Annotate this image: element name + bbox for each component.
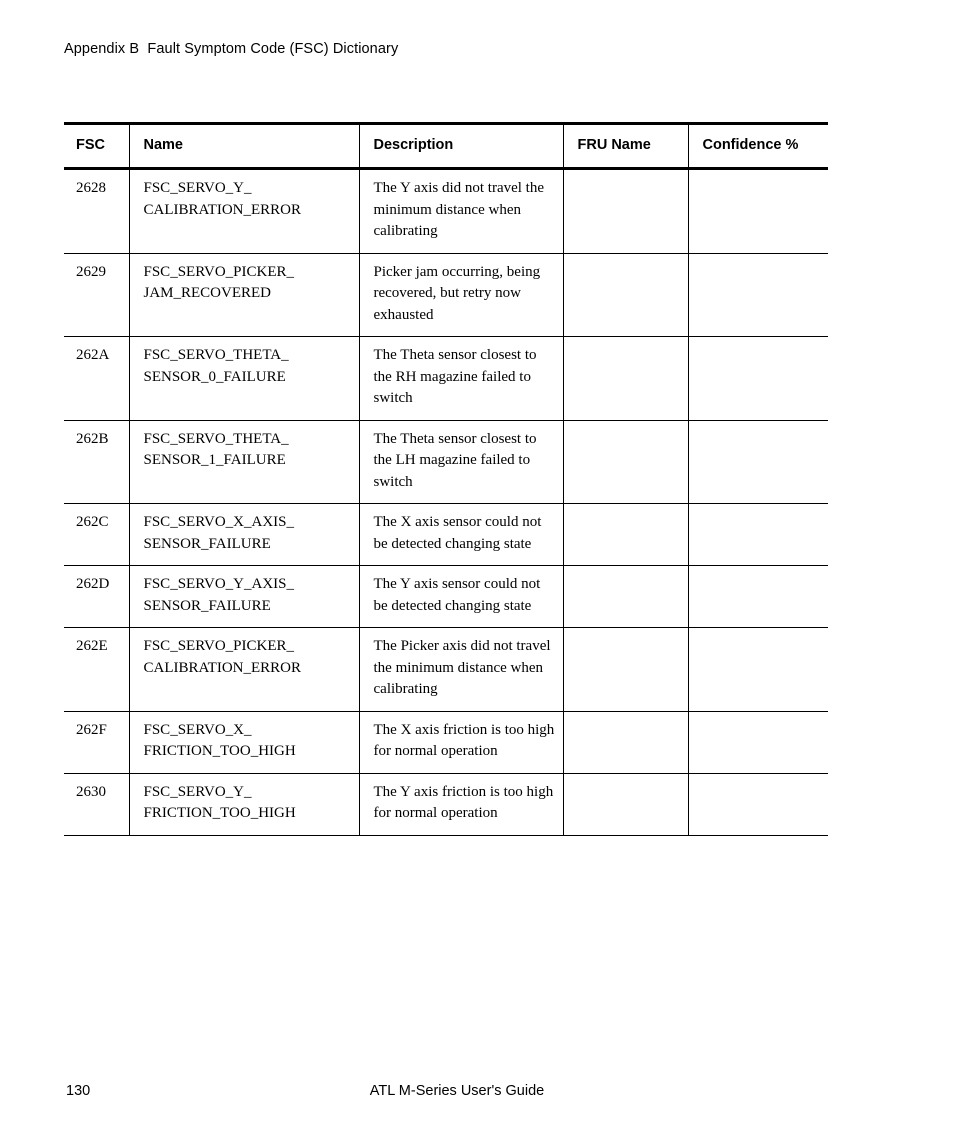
cell-fru-name — [562, 773, 688, 836]
cell-name: FSC_SERVO_PICKER_ JAM_RECOVERED — [128, 253, 359, 337]
cell-fsc: 262F — [64, 711, 129, 774]
cell-name-line: JAM_RECOVERED — [143, 285, 272, 301]
cell-name-line: FSC_SERVO_PICKER_ — [143, 638, 295, 654]
cell-name: FSC_SERVO_THETA_ SENSOR_1_FAILURE — [128, 420, 359, 504]
cell-fru-name — [562, 168, 688, 254]
cell-description-text: The Picker axis did not travel the minim… — [373, 638, 551, 697]
cell-name-line: FSC_SERVO_X_AXIS_ — [143, 514, 295, 530]
cell-description-text: The X axis friction is too high for norm… — [373, 721, 555, 760]
cell-description-text: The Theta sensor closest to the RH magaz… — [373, 347, 537, 406]
cell-fru-name — [562, 711, 688, 774]
cell-name-line: FSC_SERVO_PICKER_ — [143, 263, 295, 280]
cell-confidence — [687, 711, 828, 774]
cell-fru-name — [562, 503, 688, 566]
cell-description-text: Picker jam occurring, being recovered, b… — [373, 263, 541, 323]
cell-name: FSC_SERVO_Y_AXIS_ SENSOR_FAILURE — [128, 565, 359, 628]
cell-name-line: SENSOR_FAILURE — [143, 597, 271, 614]
cell-fru-name — [562, 565, 688, 628]
cell-name-line: FSC_SERVO_Y_ — [143, 180, 252, 196]
cell-name-line: SENSOR_FAILURE — [143, 535, 271, 552]
cell-description: Picker jam occurring, being recovered, b… — [358, 253, 563, 337]
cell-fru-name — [562, 420, 688, 504]
cell-name: FSC_SERVO_X_AXIS_ SENSOR_FAILURE — [128, 503, 359, 566]
cell-name-line: FSC_SERVO_Y_ — [143, 783, 252, 800]
cell-confidence — [687, 336, 828, 421]
cell-fsc: 2628 — [64, 168, 129, 254]
cell-fru-name — [562, 627, 688, 712]
cell-description-text: The Y axis did not travel the minimum di… — [373, 180, 545, 239]
table-header-row: FSC Name Description FRU Name Confidence… — [64, 122, 828, 170]
fsc-dictionary-table-container: FSC Name Description FRU Name Confidence… — [64, 122, 828, 836]
cell-fru-name — [562, 253, 688, 337]
cell-fsc: 262C — [64, 503, 129, 566]
table-row: 262D FSC_SERVO_Y_AXIS_ SENSOR_FAILURE The Y… — [64, 565, 828, 628]
cell-name-line: FSC_SERVO_THETA_ — [143, 430, 289, 447]
cell-name-line: SENSOR_1_FAILURE — [143, 452, 286, 468]
cell-description: The Picker axis did not travel the minim… — [358, 627, 563, 712]
cell-confidence — [687, 253, 828, 337]
cell-fsc: 262E — [64, 627, 129, 712]
cell-description-text: The Theta sensor closest to the LH magaz… — [373, 430, 537, 490]
cell-fsc: 262A — [64, 336, 129, 421]
column-header-name: Name — [128, 122, 359, 170]
cell-name-line: FRICTION_TOO_HIGH — [143, 743, 296, 759]
page-footer: 130 ATL M-Series User's Guide — [0, 1080, 954, 1102]
running-head: Appendix B Fault Symptom Code (FSC) Dict… — [64, 41, 399, 57]
column-header-description: Description — [358, 122, 563, 170]
cell-fsc: 262D — [64, 565, 129, 628]
fsc-dictionary-table: FSC Name Description FRU Name Confidence… — [64, 122, 828, 836]
table-body: 2628 FSC_SERVO_Y_ CALIBRATION_ERROR The Y a… — [64, 168, 828, 836]
cell-confidence — [687, 420, 828, 504]
cell-confidence — [687, 168, 828, 254]
cell-description-text: The X axis sensor could not be detected … — [373, 514, 542, 552]
table-row: 262E FSC_SERVO_PICKER_ CALIBRATION_ERROR Th… — [64, 627, 828, 712]
cell-name-line: FSC_SERVO_THETA_ — [143, 347, 289, 363]
cell-confidence — [687, 773, 828, 836]
footer-book-title: ATL M-Series User's Guide — [369, 1083, 545, 1099]
table-row: 2629 FSC_SERVO_PICKER_ JAM_RECOVERED Picker… — [64, 253, 828, 337]
cell-name-line: FSC_SERVO_Y_AXIS_ — [143, 576, 295, 592]
cell-fsc: 262B — [64, 420, 129, 504]
cell-name-line: CALIBRATION_ERROR — [143, 201, 302, 218]
cell-name-line: FRICTION_TOO_HIGH — [143, 805, 296, 821]
cell-description-text: The Y axis sensor could not be detected … — [373, 576, 541, 614]
cell-description-text: The Y axis friction is too high for norm… — [373, 783, 554, 822]
cell-description: The Theta sensor closest to the LH magaz… — [358, 420, 563, 504]
document-page: Appendix B Fault Symptom Code (FSC) Dict… — [0, 0, 954, 1145]
cell-name-line: FSC_SERVO_X_ — [143, 721, 252, 738]
cell-fsc: 2629 — [64, 253, 129, 337]
table-row: 262C FSC_SERVO_X_AXIS_ SENSOR_FAILURE The X… — [64, 503, 828, 566]
cell-description: The Y axis friction is too high for norm… — [358, 773, 563, 836]
cell-description: The Y axis sensor could not be detected … — [358, 565, 563, 628]
column-header-confidence: Confidence % — [687, 122, 828, 170]
table-row: 262B FSC_SERVO_THETA_ SENSOR_1_FAILURE The … — [64, 420, 828, 504]
cell-fru-name — [562, 336, 688, 421]
cell-name: FSC_SERVO_Y_ CALIBRATION_ERROR — [128, 168, 359, 254]
cell-name-line: CALIBRATION_ERROR — [143, 659, 302, 676]
table-row: 262F FSC_SERVO_X_ FRICTION_TOO_HIGH The X a… — [64, 711, 828, 774]
table-header: FSC Name Description FRU Name Confidence… — [64, 122, 828, 170]
column-header-fsc: FSC — [64, 122, 129, 170]
column-header-fru-name: FRU Name — [562, 122, 688, 170]
cell-confidence — [687, 503, 828, 566]
table-row: 2628 FSC_SERVO_Y_ CALIBRATION_ERROR The Y a… — [64, 168, 828, 254]
cell-name: FSC_SERVO_PICKER_ CALIBRATION_ERROR — [128, 627, 359, 712]
cell-confidence — [687, 627, 828, 712]
cell-fsc: 2630 — [64, 773, 129, 836]
cell-description: The X axis sensor could not be detected … — [358, 503, 563, 566]
cell-name: FSC_SERVO_X_ FRICTION_TOO_HIGH — [128, 711, 359, 774]
cell-name-line: SENSOR_0_FAILURE — [143, 368, 286, 385]
table-row: 262A FSC_SERVO_THETA_ SENSOR_0_FAILURE The … — [64, 336, 828, 421]
cell-confidence — [687, 565, 828, 628]
cell-description: The X axis friction is too high for norm… — [358, 711, 563, 774]
cell-name: FSC_SERVO_THETA_ SENSOR_0_FAILURE — [128, 336, 359, 421]
table-row: 2630 FSC_SERVO_Y_ FRICTION_TOO_HIGH The Y a… — [64, 773, 828, 836]
cell-description: The Theta sensor closest to the RH magaz… — [358, 336, 563, 421]
cell-name: FSC_SERVO_Y_ FRICTION_TOO_HIGH — [128, 773, 359, 836]
cell-description: The Y axis did not travel the minimum di… — [358, 168, 563, 254]
